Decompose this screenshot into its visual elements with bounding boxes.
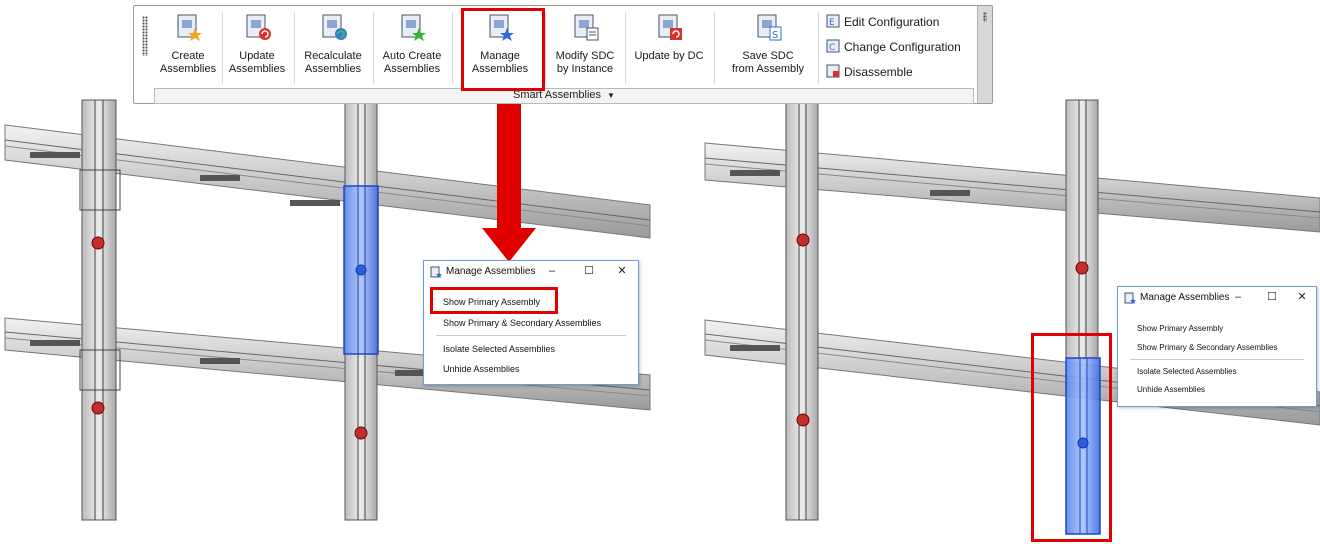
create-assemblies-icon — [177, 14, 202, 41]
update-assemblies-button[interactable]: Update Assemblies — [225, 12, 289, 88]
close-button[interactable]: ✕ — [614, 264, 630, 278]
svg-text:E: E — [829, 18, 835, 28]
svg-text:S: S — [772, 30, 778, 41]
save-sdc-icon: S — [757, 14, 782, 41]
show-primary-assembly-item[interactable]: Show Primary Assembly — [1137, 324, 1223, 333]
update-assemblies-label-1: Update — [239, 50, 275, 62]
modify-sdc-icon — [574, 14, 599, 41]
manage-assemblies-icon — [430, 266, 442, 278]
show-primary-secondary-item[interactable]: Show Primary & Secondary Assemblies — [443, 318, 601, 328]
create-assemblies-button[interactable]: Create Assemblies — [158, 12, 218, 88]
divider — [1130, 359, 1304, 360]
auto-create-assemblies-label-2: Assemblies — [383, 63, 441, 75]
maximize-button[interactable]: ☐ — [581, 264, 597, 278]
edit-configuration-label: Edit Configuration — [844, 15, 940, 29]
edit-configuration-button[interactable]: E Edit Configuration — [826, 12, 939, 32]
save-sdc-from-assembly-button[interactable]: S Save SDC from Assembly — [722, 12, 814, 88]
recalculate-assemblies-label-2: Assemblies — [304, 63, 362, 75]
manage-assemblies-icon — [1124, 292, 1136, 304]
minimize-button[interactable]: – — [544, 264, 560, 278]
chevron-down-icon: ▼ — [607, 91, 615, 100]
manage-assemblies-highlight — [461, 8, 545, 91]
separator — [452, 12, 453, 84]
create-assemblies-label-2: Assemblies — [159, 63, 217, 75]
update-by-dc-button[interactable]: Update by DC — [629, 12, 709, 88]
isolated-assembly-highlight — [1031, 333, 1112, 542]
dialog-title: Manage Assemblies — [446, 266, 536, 277]
create-assemblies-label-1: Create — [171, 50, 205, 62]
isolate-selected-item[interactable]: Isolate Selected Assemblies — [443, 344, 555, 354]
maximize-button[interactable]: ☐ — [1264, 290, 1280, 304]
recalculate-assemblies-icon — [322, 14, 347, 40]
auto-create-assemblies-icon — [401, 14, 426, 41]
show-primary-highlight — [430, 287, 558, 314]
unhide-assemblies-item[interactable]: Unhide Assemblies — [443, 364, 520, 374]
panel-title-bar[interactable]: Smart Assemblies ▼ — [154, 88, 974, 104]
separator — [545, 12, 546, 84]
save-sdc-label-2: from Assembly — [731, 63, 805, 75]
panel-grip[interactable] — [142, 16, 148, 56]
separator — [373, 12, 374, 84]
modify-sdc-label-2: by Instance — [556, 63, 614, 75]
separator — [294, 12, 295, 84]
disassemble-icon — [826, 64, 840, 78]
minimize-button[interactable]: – — [1230, 290, 1246, 304]
ribbon-scroll-handle[interactable] — [977, 6, 992, 103]
separator — [714, 12, 715, 84]
modify-sdc-label-1: Modify SDC — [555, 50, 615, 62]
disassemble-button[interactable]: Disassemble — [826, 62, 913, 82]
recalculate-assemblies-button[interactable]: Recalculate Assemblies — [298, 12, 368, 88]
update-assemblies-label-2: Assemblies — [228, 63, 286, 75]
isolate-selected-item[interactable]: Isolate Selected Assemblies — [1137, 367, 1237, 376]
update-by-dc-label-1: Update by DC — [634, 50, 704, 62]
save-sdc-label-1: Save SDC — [742, 50, 794, 62]
update-by-dc-icon — [658, 14, 682, 40]
edit-configuration-icon: E — [826, 14, 840, 28]
separator — [222, 12, 223, 84]
close-button[interactable]: ✕ — [1294, 290, 1310, 304]
dialog-title: Manage Assemblies — [1140, 292, 1230, 303]
auto-create-assemblies-label-1: Auto Create — [382, 50, 442, 62]
manage-assemblies-dialog: Manage Assemblies – ☐ ✕ Show Primary Ass… — [423, 260, 639, 385]
dialog-title-bar[interactable]: Manage Assemblies – ☐ ✕ — [1118, 287, 1316, 309]
auto-create-assemblies-button[interactable]: Auto Create Assemblies — [377, 12, 447, 88]
separator — [818, 12, 819, 84]
unhide-assemblies-item[interactable]: Unhide Assemblies — [1137, 385, 1205, 394]
separator — [625, 12, 626, 84]
disassemble-label: Disassemble — [844, 65, 913, 79]
change-configuration-icon: C — [826, 39, 840, 53]
change-configuration-label: Change Configuration — [844, 40, 961, 54]
dialog-title-bar[interactable]: Manage Assemblies – ☐ ✕ — [424, 261, 638, 283]
update-assemblies-icon — [246, 14, 271, 40]
manage-assemblies-dialog-result: Manage Assemblies – ☐ ✕ Show Primary Ass… — [1117, 286, 1317, 407]
modify-sdc-by-instance-button[interactable]: Modify SDC by Instance — [550, 12, 620, 88]
show-primary-secondary-item[interactable]: Show Primary & Secondary Assemblies — [1137, 343, 1278, 352]
change-configuration-button[interactable]: C Change Configuration — [826, 37, 961, 57]
recalculate-assemblies-label-1: Recalculate — [304, 50, 362, 62]
ribbon-panel: Create Assemblies Update Assemblies Reca… — [133, 5, 993, 104]
divider — [436, 335, 626, 336]
svg-text:C: C — [829, 43, 835, 53]
arrow-down-icon — [482, 104, 536, 262]
